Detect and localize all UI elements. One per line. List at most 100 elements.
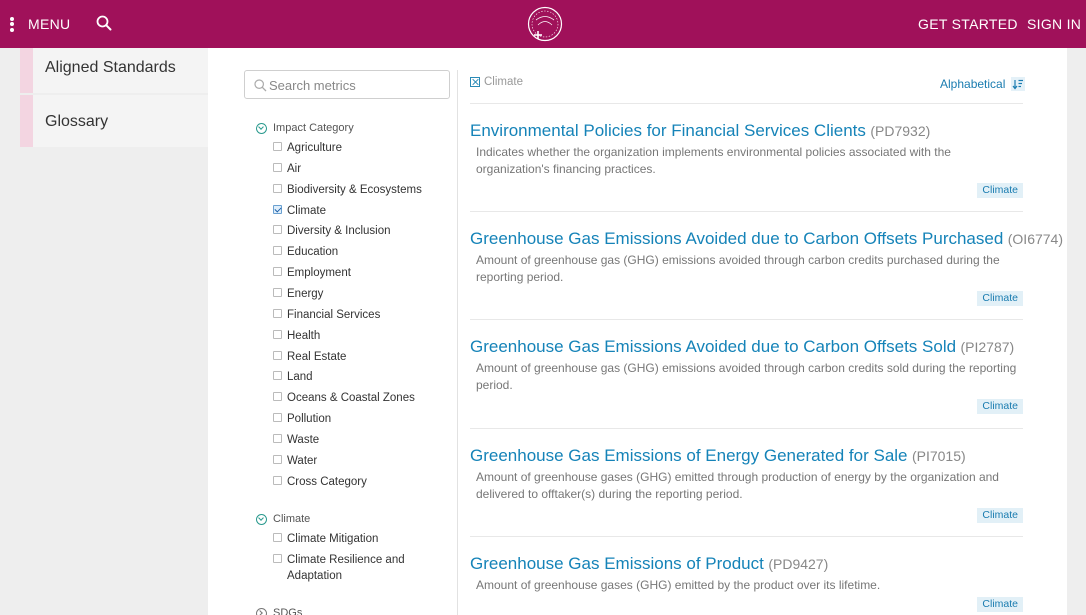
page-gutter: [1067, 48, 1086, 615]
filter-option[interactable]: Climate: [273, 203, 326, 219]
sidebar-item-label: Aligned Standards: [45, 59, 176, 76]
filter-option[interactable]: Energy: [273, 286, 323, 302]
filter-option-label: Education: [287, 246, 339, 259]
filter-option-label: Land: [287, 371, 313, 384]
filter-option-label: Climate: [287, 204, 326, 217]
metric-description: Amount of greenhouse gas (GHG) emissions…: [476, 253, 1000, 285]
metric-code: (PI7015): [911, 447, 966, 464]
filter-option[interactable]: Agriculture: [273, 140, 342, 156]
sidebar-item-glossary[interactable]: Glossary: [20, 95, 208, 147]
checkbox-checked-icon[interactable]: [273, 204, 282, 214]
checkbox-icon[interactable]: [273, 433, 282, 443]
filter-option[interactable]: Waste: [273, 432, 319, 448]
result-item: Greenhouse Gas Emissions of Product (PD9…: [470, 535, 1023, 615]
metric-title-link[interactable]: Greenhouse Gas Emissions of Energy Gener…: [470, 446, 966, 466]
sign-in-link[interactable]: SIGN IN: [1027, 16, 1081, 32]
checkbox-icon[interactable]: [273, 475, 282, 485]
checkbox-icon[interactable]: [273, 413, 282, 423]
result-item: Greenhouse Gas Emissions Avoided due to …: [470, 319, 1023, 427]
menu-label: MENU: [28, 16, 71, 32]
category-tag[interactable]: Climate: [977, 183, 1023, 198]
filter-option-label: Air: [287, 162, 302, 175]
filter-group-label: SDGs: [273, 607, 303, 615]
filter-option[interactable]: Oceans & Coastal Zones: [273, 390, 415, 406]
checkbox-icon[interactable]: [273, 162, 282, 172]
filter-option[interactable]: Climate Mitigation: [273, 531, 378, 547]
search-icon[interactable]: [96, 15, 112, 31]
menu-button[interactable]: MENU: [10, 13, 70, 35]
filter-option-label: Oceans & Coastal Zones: [287, 392, 415, 405]
column-divider: [457, 70, 458, 615]
filter-option[interactable]: Water: [273, 453, 317, 469]
left-sidebar: Aligned Standards Glossary: [20, 48, 208, 149]
filter-option[interactable]: Climate Resilience and Adaptation: [273, 552, 417, 584]
filter-option-label: Pollution: [287, 413, 332, 426]
metric-title-link[interactable]: Greenhouse Gas Emissions Avoided due to …: [470, 229, 1063, 249]
metric-name: Greenhouse Gas Emissions Avoided due to …: [470, 337, 957, 357]
filter-option[interactable]: Land: [273, 369, 313, 385]
checkbox-icon[interactable]: [273, 371, 282, 381]
metric-name: Greenhouse Gas Emissions of Product: [470, 553, 764, 573]
kebab-menu-icon: [10, 16, 14, 32]
filter-group-label: Climate: [273, 513, 311, 525]
brand-logo-icon[interactable]: [526, 5, 564, 43]
checkbox-icon[interactable]: [273, 454, 282, 464]
sidebar-item-label: Glossary: [45, 113, 109, 130]
sidebar-item-aligned-standards[interactable]: Aligned Standards: [20, 48, 208, 93]
filter-option-label: Employment: [287, 267, 351, 280]
metric-code: (OI6774): [1007, 231, 1063, 248]
metric-name: Greenhouse Gas Emissions of Energy Gener…: [470, 445, 908, 465]
checkbox-icon[interactable]: [273, 142, 282, 151]
filter-option[interactable]: Biodiversity & Ecosystems: [273, 182, 422, 198]
checkbox-icon[interactable]: [273, 225, 282, 235]
category-tag[interactable]: Climate: [977, 399, 1023, 415]
checkbox-icon[interactable]: [273, 350, 282, 360]
filter-option-label: Climate Mitigation: [287, 533, 379, 545]
filter-option-label: Health: [287, 329, 321, 342]
filter-option-label: Water: [287, 454, 318, 467]
search-metrics-box[interactable]: [244, 70, 450, 99]
category-tag[interactable]: Climate: [977, 596, 1023, 612]
climate-category-toggle[interactable]: Climate: [256, 513, 310, 525]
checkbox-icon[interactable]: [273, 533, 282, 542]
filter-option[interactable]: Education: [273, 244, 338, 260]
result-item: Environmental Policies for Financial Ser…: [470, 103, 1023, 211]
filter-option-label: Diversity & Inclusion: [287, 225, 391, 238]
sort-toggle[interactable]: Alphabetical: [940, 77, 1026, 91]
get-started-link[interactable]: GET STARTED: [918, 16, 1018, 32]
checkbox-icon[interactable]: [273, 308, 282, 318]
metric-code: (PD7932): [870, 123, 931, 139]
metric-title-link[interactable]: Greenhouse Gas Emissions Avoided due to …: [470, 337, 1014, 357]
category-tag[interactable]: Climate: [977, 507, 1023, 523]
sort-icon: [1011, 77, 1026, 91]
checkbox-icon[interactable]: [273, 183, 282, 193]
search-metrics-input[interactable]: [269, 75, 445, 95]
filter-option[interactable]: Pollution: [273, 411, 331, 427]
checkbox-icon[interactable]: [273, 554, 282, 563]
filter-option[interactable]: Air: [273, 161, 301, 177]
metric-title-link[interactable]: Environmental Policies for Financial Ser…: [470, 121, 930, 141]
metric-name: Greenhouse Gas Emissions Avoided due to …: [470, 229, 1004, 249]
impact-category-toggle[interactable]: Impact Category: [256, 122, 354, 134]
checkbox-icon[interactable]: [273, 329, 282, 339]
filter-option[interactable]: Diversity & Inclusion: [273, 223, 391, 239]
filter-option[interactable]: Health: [273, 328, 320, 344]
checkbox-icon[interactable]: [273, 392, 282, 402]
category-tag[interactable]: Climate: [977, 291, 1023, 307]
filter-option[interactable]: Employment: [273, 265, 351, 281]
metric-description: Indicates whether the organization imple…: [476, 145, 951, 176]
result-item: Greenhouse Gas Emissions of Energy Gener…: [470, 427, 1023, 536]
filter-option-label: Cross Category: [287, 475, 367, 488]
filter-option[interactable]: Cross Category: [273, 474, 367, 490]
checkbox-icon[interactable]: [273, 246, 282, 256]
filter-option[interactable]: Financial Services: [273, 307, 380, 323]
checkbox-icon[interactable]: [273, 267, 282, 277]
filter-option[interactable]: Real Estate: [273, 349, 346, 365]
metric-title-link[interactable]: Greenhouse Gas Emissions of Product (PD9…: [470, 554, 828, 574]
active-filter-chip[interactable]: Climate: [470, 76, 523, 88]
remove-filter-icon[interactable]: [470, 77, 480, 87]
checkbox-icon[interactable]: [273, 287, 282, 297]
sdgs-category-toggle[interactable]: SDGs: [256, 607, 302, 615]
filter-option-label: Energy: [287, 287, 324, 300]
search-icon: [254, 79, 267, 92]
